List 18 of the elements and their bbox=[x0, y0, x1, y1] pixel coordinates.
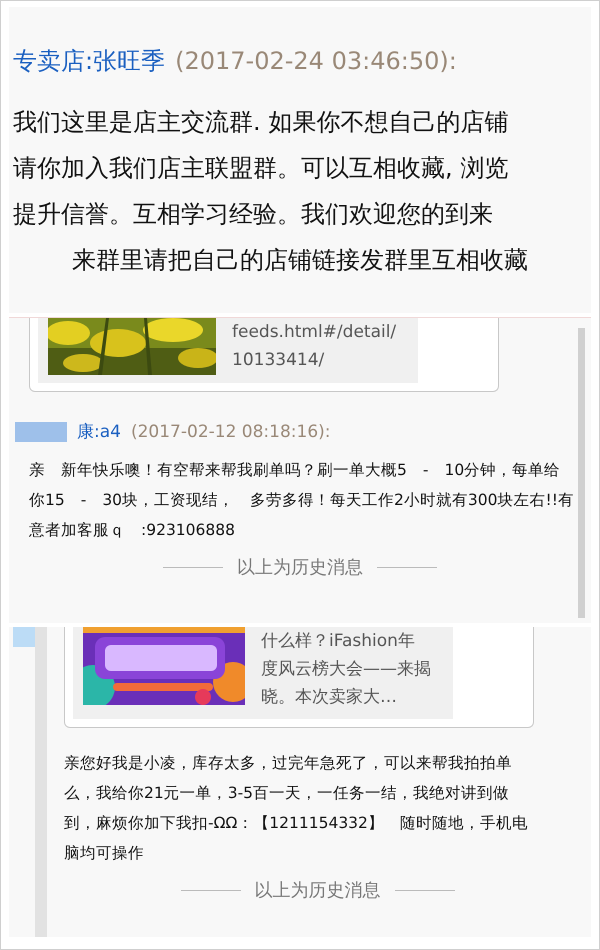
message-line: 我们这里是店主交流群. 如果你不想自己的店铺 bbox=[13, 107, 510, 138]
link-card[interactable]: feeds.html#/detail/10133414/ bbox=[29, 318, 499, 392]
history-divider: 以上为历史消息 bbox=[237, 556, 363, 579]
timestamp: (2017-02-24 03:46:50): bbox=[175, 47, 457, 75]
timestamp: (2017-02-12 08:18:16): bbox=[130, 422, 331, 442]
message-line: 提升信誉。互相学习经验。我们欢迎您的到来 bbox=[13, 199, 494, 230]
link-text: 什么样？iFashion年度风云榜大会——来揭晓。本次卖家大… bbox=[261, 630, 431, 709]
message-line: 请你加入我们店主联盟群。可以互相收藏, 浏览 bbox=[13, 153, 510, 184]
scrollbar[interactable] bbox=[578, 328, 585, 618]
link-text: feeds.html#/detail/10133414/ bbox=[232, 321, 398, 372]
sender-name: 康:a4 bbox=[77, 421, 121, 443]
message-text: 亲 新年快乐噢！有空帮来帮我刷单吗？刷一单大概5 - 10分钟，每单给你15 - 30块，工资现结， 多劳多得！每天工作2小时就有300块左右!!有意者加客服ｑ :923106888 bbox=[29, 460, 574, 541]
message-line: 来群里请把自己的店铺链接发群里互相收藏 bbox=[71, 245, 529, 276]
history-divider: 以上为历史消息 bbox=[254, 879, 380, 902]
link-card[interactable]: 什么样？iFashion年度风云榜大会——来揭晓。本次卖家大… bbox=[64, 627, 534, 728]
message-text: 亲您好我是小凌，库存太多，过完年急死了，可以来帮我拍拍单么，我给你21元一单，3-5百一天，一任务一结，我绝对讲到做到，麻烦你加下我扣-ΩΩ：【1211154332】 随时随地，手机电脑均可操作 bbox=[64, 753, 529, 864]
blurred-avatar bbox=[15, 422, 67, 442]
sender-name: 专卖店:张旺季 bbox=[13, 46, 166, 77]
